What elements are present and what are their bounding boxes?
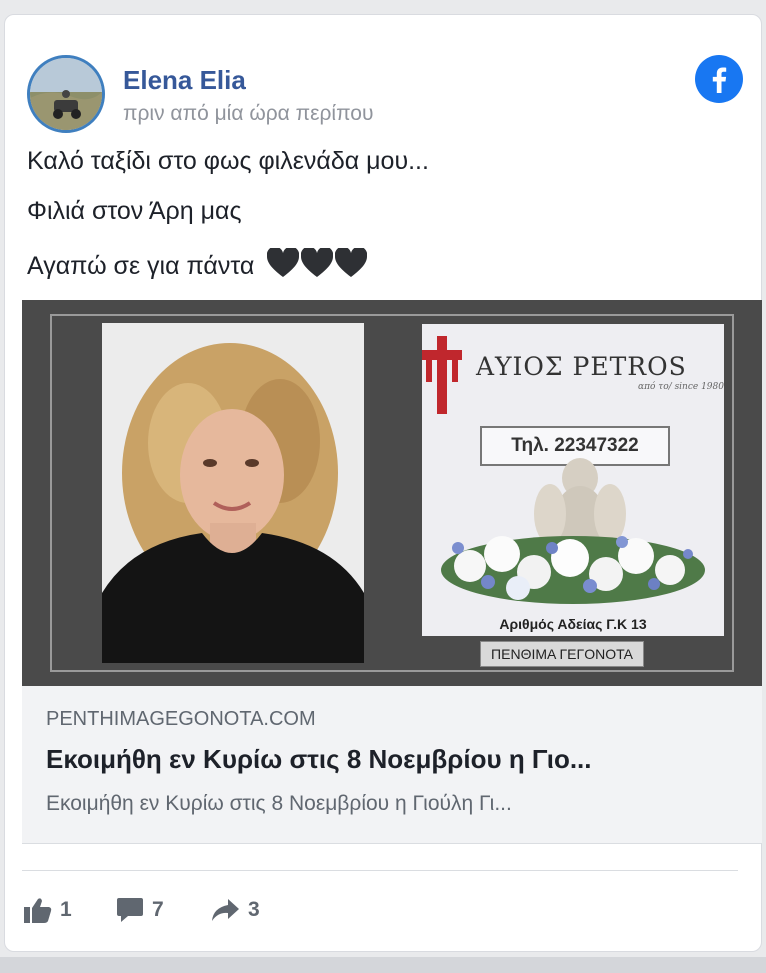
post-timestamp[interactable]: πριν από μία ώρα περίπου — [123, 102, 373, 126]
portrait-photo — [102, 323, 364, 663]
link-preview-image[interactable]: ΑΥΙΟΣ PETROS από το/ since 1980 Τηλ. 223… — [22, 300, 762, 686]
cross-icon — [422, 336, 462, 414]
link-preview-meta[interactable]: PENTHIMAGEGONOTA.COM Εκοιμήθη εν Κυρίω σ… — [22, 686, 762, 844]
share-icon — [212, 899, 239, 921]
post-text-line-3-text: Αγαπώ σε για πάντα — [27, 252, 255, 280]
ad-license: Αριθμός Αδείας Γ.Κ 13 — [499, 616, 647, 632]
comment-stat[interactable]: 7 — [116, 897, 164, 923]
ad-since: από το/ since 1980 — [638, 382, 724, 392]
ad-brand: ΑΥΙΟΣ PETROS — [476, 352, 687, 381]
black-heart-icon — [267, 248, 300, 277]
share-count: 3 — [248, 898, 260, 921]
post-text-line-3: Αγαπώ σε για πάντα — [27, 248, 368, 281]
post-text-line-2: Φιλιά στον Άρη μας — [27, 197, 242, 225]
post-text-line-1: Καλό ταξίδι στο φως φιλενάδα μου... — [27, 147, 429, 175]
black-heart-icon — [301, 248, 334, 277]
share-stat[interactable]: 3 — [210, 897, 260, 923]
author-name[interactable]: Elena Elia — [123, 65, 246, 96]
comment-count: 7 — [152, 898, 164, 921]
link-domain: PENTHIMAGEGONOTA.COM — [46, 708, 316, 730]
black-heart-icons — [267, 248, 368, 278]
avatar[interactable] — [27, 55, 105, 133]
black-heart-icon — [335, 248, 368, 277]
ad-tag: ΠΕΝΘΙΜΑ ΓΕΓΟΝΟΤΑ — [480, 641, 644, 667]
like-count: 1 — [60, 898, 72, 921]
facebook-icon[interactable] — [695, 55, 743, 103]
like-icon — [24, 898, 52, 923]
angel-flowers-image — [441, 458, 705, 604]
comment-icon — [117, 898, 143, 922]
bottom-strip — [0, 957, 766, 973]
funeral-home-ad: ΑΥΙΟΣ PETROS από το/ since 1980 Τηλ. 223… — [422, 324, 724, 636]
link-description: Εκοιμήθη εν Κυρίω στις 8 Νοεμβρίου η Γιο… — [46, 792, 512, 815]
like-stat[interactable]: 1 — [24, 897, 72, 923]
divider — [22, 870, 738, 871]
link-title[interactable]: Εκοιμήθη εν Κυρίω στις 8 Νοεμβρίου η Γιο… — [46, 744, 746, 775]
